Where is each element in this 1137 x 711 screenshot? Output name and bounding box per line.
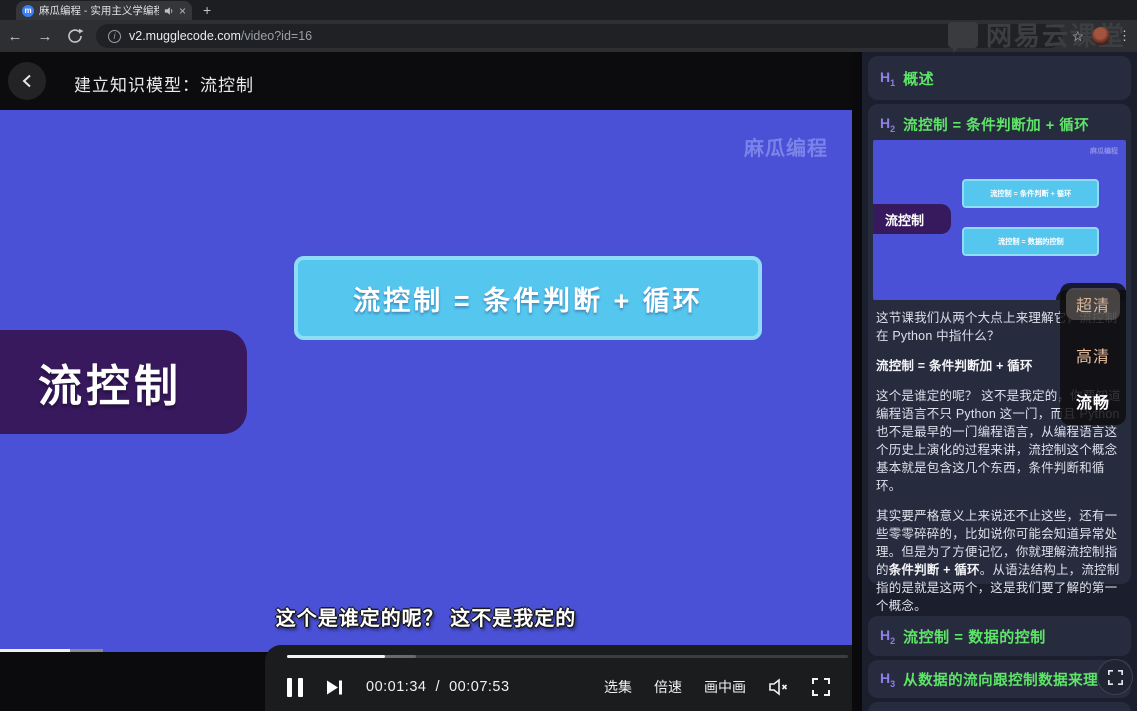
speed-button[interactable]: 倍速 <box>654 677 682 697</box>
quality-option-liuchang[interactable]: 流畅 <box>1076 389 1110 413</box>
next-episode-button[interactable] <box>325 678 344 697</box>
browser-tab-strip: m 麻瓜编程 - 实用主义学编程 × + <box>0 0 1137 20</box>
video-watermark: 麻瓜编程 <box>744 132 828 161</box>
lesson-title: 建立知识模型：流控制 <box>74 71 254 96</box>
app-root: m 麻瓜编程 - 实用主义学编程 × + ← → i v2.mugglecode… <box>0 0 1137 711</box>
slide-formula-box: 流控制 = 条件判断 + 循环 <box>294 256 762 340</box>
episodes-button[interactable]: 选集 <box>604 677 632 697</box>
tab-favicon-icon: m <box>22 5 34 17</box>
tab-close-icon[interactable]: × <box>179 6 186 16</box>
bookmark-star-icon[interactable]: ☆ <box>1071 28 1084 45</box>
quality-menu: 超清 高清 流畅 <box>1060 283 1126 425</box>
note-heading-text: 从数据的流向跟控制数据来理 <box>903 669 1098 690</box>
browser-menu-icon[interactable]: ⋮ <box>1118 28 1131 44</box>
video-subtitle: 这个是谁定的呢？ 这不是我定的 <box>0 602 852 631</box>
thumbnail-watermark: 麻瓜编程 <box>1090 146 1118 156</box>
note-heading-text: 流控制 = 数据的控制 <box>903 626 1046 647</box>
seek-played <box>287 655 385 658</box>
pause-button[interactable] <box>287 678 303 697</box>
time-display: 00:01:34 / 00:07:53 <box>366 679 510 695</box>
quality-option-chaoqing[interactable]: 超清 <box>1066 288 1120 320</box>
slide-formula-text: 流控制 = 条件判断 + 循环 <box>353 279 703 318</box>
heading-level-label: H3 <box>880 670 895 689</box>
toolbar-right-group: ☆ ⋮ <box>1071 20 1137 52</box>
forward-nav-icon[interactable]: → <box>30 28 60 45</box>
profile-avatar[interactable] <box>1092 27 1110 45</box>
note-heading-text: 流控制 = 条件判断加 + 循环 <box>903 114 1089 135</box>
video-frame[interactable]: 麻瓜编程 流控制 = 条件判断 + 循环 流控制 这个是谁定的呢？ 这不是我定的 <box>0 110 852 652</box>
thumbnail-side-label: 流控制 <box>873 204 951 234</box>
volume-muted-icon[interactable] <box>768 678 790 696</box>
heading-level-label: H2 <box>880 115 895 134</box>
player-column: 建立知识模型：流控制 麻瓜编程 流控制 = 条件判断 + 循环 流控制 这个是谁… <box>0 52 852 711</box>
note-slide-thumbnail[interactable]: 麻瓜编程 流控制 = 条件判断 + 循环 流控制 流控制 = 数据的控制 <box>873 140 1126 300</box>
control-row: 00:01:34 / 00:07:53 选集 倍速 画中画 <box>265 667 852 707</box>
back-button[interactable] <box>8 62 46 100</box>
note-card-h3[interactable]: H3 从数据的流向跟控制数据来理 <box>868 660 1131 698</box>
quality-option-gaoqing[interactable]: 高清 <box>1076 343 1110 367</box>
video-control-panel: 00:01:34 / 00:07:53 选集 倍速 画中画 <box>265 645 852 711</box>
seek-bar[interactable] <box>287 655 848 658</box>
reload-icon[interactable] <box>60 28 90 44</box>
heading-level-label: H2 <box>880 627 895 646</box>
browser-toolbar: ← → i v2.mugglecode.com/video?id=16 <box>0 20 1137 52</box>
note-card-h2-second[interactable]: H2 流控制 = 数据的控制 <box>868 616 1131 656</box>
fullscreen-button[interactable] <box>812 678 830 696</box>
note-card-h1[interactable]: H1 概述 <box>868 56 1131 100</box>
pip-button[interactable]: 画中画 <box>704 677 746 697</box>
back-nav-icon[interactable]: ← <box>0 28 30 45</box>
tab-title: 麻瓜编程 - 实用主义学编程 <box>39 3 159 18</box>
new-tab-button[interactable]: + <box>203 2 211 18</box>
sidebar-expand-button[interactable] <box>1097 659 1133 695</box>
thumbnail-formula-box-top: 流控制 = 条件判断 + 循环 <box>962 179 1099 208</box>
edge-progress-bar[interactable] <box>0 649 103 652</box>
note-heading-text: 概述 <box>903 68 934 89</box>
tab-audio-icon[interactable] <box>164 6 174 16</box>
url-host: v2.mugglecode.com <box>129 29 241 43</box>
course-header: 建立知识模型：流控制 <box>0 52 852 110</box>
heading-level-label: H1 <box>880 69 895 88</box>
page-info-icon[interactable]: i <box>108 30 121 43</box>
url-bar[interactable]: i v2.mugglecode.com/video?id=16 <box>96 24 1062 48</box>
note-paragraph-3: 其实要严格意义上来说还不止这些，还有一些零零碎碎的，比如说你可能会知道异常处理。… <box>873 507 1126 615</box>
browser-tab[interactable]: m 麻瓜编程 - 实用主义学编程 × <box>16 1 192 20</box>
expand-brackets-icon <box>1108 670 1123 685</box>
slide-side-label-text: 流控制 <box>38 350 182 414</box>
thumbnail-formula-box-bottom: 流控制 = 数据的控制 <box>962 227 1099 256</box>
slide-side-label-box: 流控制 <box>0 330 247 434</box>
url-path: /video?id=16 <box>241 29 312 43</box>
note-card-partial[interactable] <box>868 702 1131 711</box>
chevron-left-icon <box>21 74 33 88</box>
